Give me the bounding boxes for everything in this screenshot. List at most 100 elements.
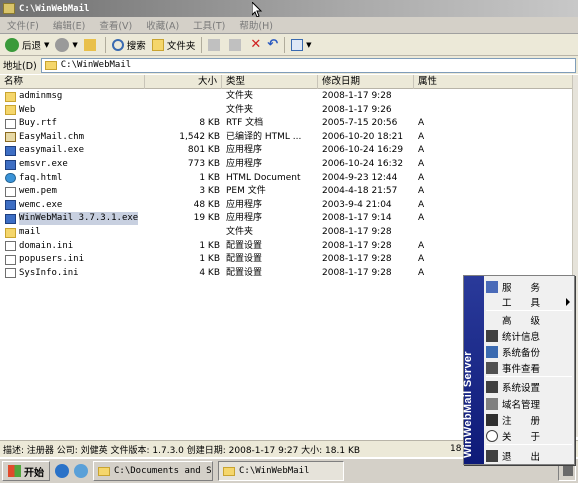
folder-icon (44, 60, 57, 70)
menu-item[interactable]: 服 务 (486, 279, 574, 295)
file-modified-date: 2008-1-17 9:14 (322, 213, 392, 224)
column-header-attributes[interactable]: 属性 (414, 75, 572, 89)
file-size: 1,542 KB (179, 131, 220, 142)
undo-icon: ↶ (267, 37, 279, 52)
file-modified-date: 2008-1-17 9:28 (322, 227, 392, 237)
application-icon (5, 200, 16, 211)
menu-item[interactable]: 系统备份 (486, 344, 574, 360)
delete-icon: ✕ (250, 37, 262, 52)
views-dropdown-icon: ▼ (306, 40, 312, 49)
file-row[interactable]: EasyMail.chm 1,542 KB 已编译的 HTML ... 2006-10… (0, 131, 572, 145)
folder-icon (223, 466, 235, 476)
file-row[interactable]: Web 文件夹 2008-1-17 9:26 (0, 104, 572, 118)
forward-button[interactable]: ▼ (52, 36, 80, 54)
file-row[interactable]: Buy.rtf 8 KB RTF 文档 2005-7-15 20:56 A (0, 117, 572, 131)
taskbar-button-winwebmail[interactable]: C:\WinWebMail (218, 461, 344, 481)
file-type: PEM 文件 (226, 186, 266, 197)
folders-button[interactable]: 文件夹 (149, 36, 199, 54)
application-icon (5, 145, 16, 156)
menu-side-banner: WinWebMail Server (462, 276, 484, 464)
menu-item-label: 工 具 (502, 298, 541, 309)
menu-file[interactable]: 文件(F) (0, 18, 46, 32)
file-row[interactable]: WinWebMail 3.7.3.1.exe 19 KB 应用程序 2008-1-17… (0, 212, 572, 226)
file-size: 8 KB (199, 118, 220, 129)
file-type: 应用程序 (226, 199, 263, 210)
folder-icon (98, 466, 110, 476)
menu-favorites[interactable]: 收藏(A) (139, 18, 186, 32)
file-row[interactable]: faq.html 1 KB HTML Document 2004-9-23 12:44… (0, 172, 572, 186)
up-folder-icon (83, 38, 96, 51)
file-name: faq.html (19, 172, 63, 183)
file-row[interactable]: domain.ini 1 KB 配置设置 2008-1-17 9:28 A (0, 240, 572, 254)
file-modified-date: 2004-4-18 21:57 (322, 186, 398, 197)
file-name: Web (19, 104, 36, 115)
application-icon (5, 159, 16, 170)
file-modified-date: 2005-7-15 20:56 (322, 118, 398, 129)
file-modified-date: 2008-1-17 9:28 (322, 254, 392, 265)
file-row[interactable]: mail 文件夹 2008-1-17 9:28 (0, 226, 572, 240)
views-button[interactable]: ▼ (288, 36, 314, 54)
menu-item[interactable]: 事件查看 (486, 360, 574, 376)
file-row[interactable]: easymail.exe 801 KB 应用程序 2006-10-24 16:29 A (0, 144, 572, 158)
up-folder-button[interactable] (81, 36, 102, 54)
file-type: HTML Document (226, 172, 301, 183)
menu-item[interactable]: 高 级 (486, 312, 574, 328)
menu-item[interactable]: 域名管理 (486, 396, 574, 412)
internet-explorer-icon[interactable] (55, 464, 69, 478)
settings-file-icon (5, 241, 16, 252)
file-modified-date: 2008-1-17 9:28 (322, 267, 392, 278)
file-name: mail (19, 227, 41, 237)
file-size: 801 KB (187, 145, 220, 156)
list-header: 名称 大小 类型 修改日期 属性 (0, 75, 572, 89)
address-field[interactable]: C:\WinWebMail (40, 57, 576, 73)
undo-button[interactable]: ↶ (264, 36, 281, 54)
file-modified-date: 2008-1-17 9:28 (322, 240, 392, 251)
file-row[interactable]: emsvr.exe 773 KB 应用程序 2006-10-24 16:32 A (0, 158, 572, 172)
back-button[interactable]: 后退 ▼ (2, 36, 52, 54)
menu-help[interactable]: 帮助(H) (232, 18, 280, 32)
column-header-name[interactable]: 名称 (0, 75, 145, 89)
file-attributes: A (418, 145, 425, 156)
menu-item[interactable]: 系统设置 (486, 379, 574, 395)
toolbar-separator (104, 36, 106, 53)
search-button[interactable]: 搜索 (109, 36, 149, 54)
delete-button[interactable]: ✕ (247, 36, 264, 54)
exit-icon (486, 450, 498, 462)
file-modified-date: 2008-1-17 9:28 (322, 91, 392, 101)
copy-to-button[interactable] (226, 36, 247, 54)
menu-item[interactable]: 统计信息 (486, 328, 574, 344)
file-size: 48 KB (193, 199, 220, 210)
file-type: 应用程序 (226, 213, 263, 224)
web-page-icon (5, 173, 16, 184)
menu-item[interactable]: 关 于 (486, 428, 574, 444)
tray-app-icon[interactable] (563, 466, 573, 476)
title-bar[interactable]: C:\WinWebMail (0, 0, 578, 17)
start-button[interactable]: 开始 (2, 461, 50, 481)
show-desktop-icon[interactable] (74, 464, 88, 478)
file-name: popusers.ini (19, 254, 85, 265)
taskbar-button-documents[interactable]: C:\Documents and Se... (93, 461, 213, 481)
menu-view[interactable]: 查看(V) (92, 18, 139, 32)
file-row[interactable]: popusers.ini 1 KB 配置设置 2008-1-17 9:28 A (0, 253, 572, 267)
file-type: 文件夹 (226, 91, 254, 101)
file-name: easymail.exe (19, 145, 85, 156)
file-row[interactable]: wem.pem 3 KB PEM 文件 2004-4-18 21:57 A (0, 185, 572, 199)
back-arrow-icon (5, 37, 19, 52)
menu-edit[interactable]: 编辑(E) (46, 18, 92, 32)
menu-separator (486, 444, 572, 445)
file-row[interactable]: adminmsg 文件夹 2008-1-17 9:28 (0, 90, 572, 104)
file-type: 文件夹 (226, 104, 254, 115)
menu-item[interactable]: 注 册 (486, 412, 574, 428)
column-header-date[interactable]: 修改日期 (318, 75, 414, 89)
menu-tools[interactable]: 工具(T) (186, 18, 232, 32)
backup-icon (486, 346, 498, 358)
folders-icon (151, 38, 164, 51)
column-header-size[interactable]: 大小 (145, 75, 222, 89)
menu-item[interactable]: 退 出 (486, 448, 574, 464)
column-header-type[interactable]: 类型 (222, 75, 318, 89)
file-type: RTF 文档 (226, 118, 264, 129)
move-to-button[interactable] (205, 36, 226, 54)
menu-item[interactable]: 工 具 (486, 294, 574, 310)
toolbar: 后退 ▼ ▼ 搜索 文件夹 ✕ ↶ ▼ (0, 34, 578, 56)
file-row[interactable]: wemc.exe 48 KB 应用程序 2003-9-4 21:04 A (0, 199, 572, 213)
